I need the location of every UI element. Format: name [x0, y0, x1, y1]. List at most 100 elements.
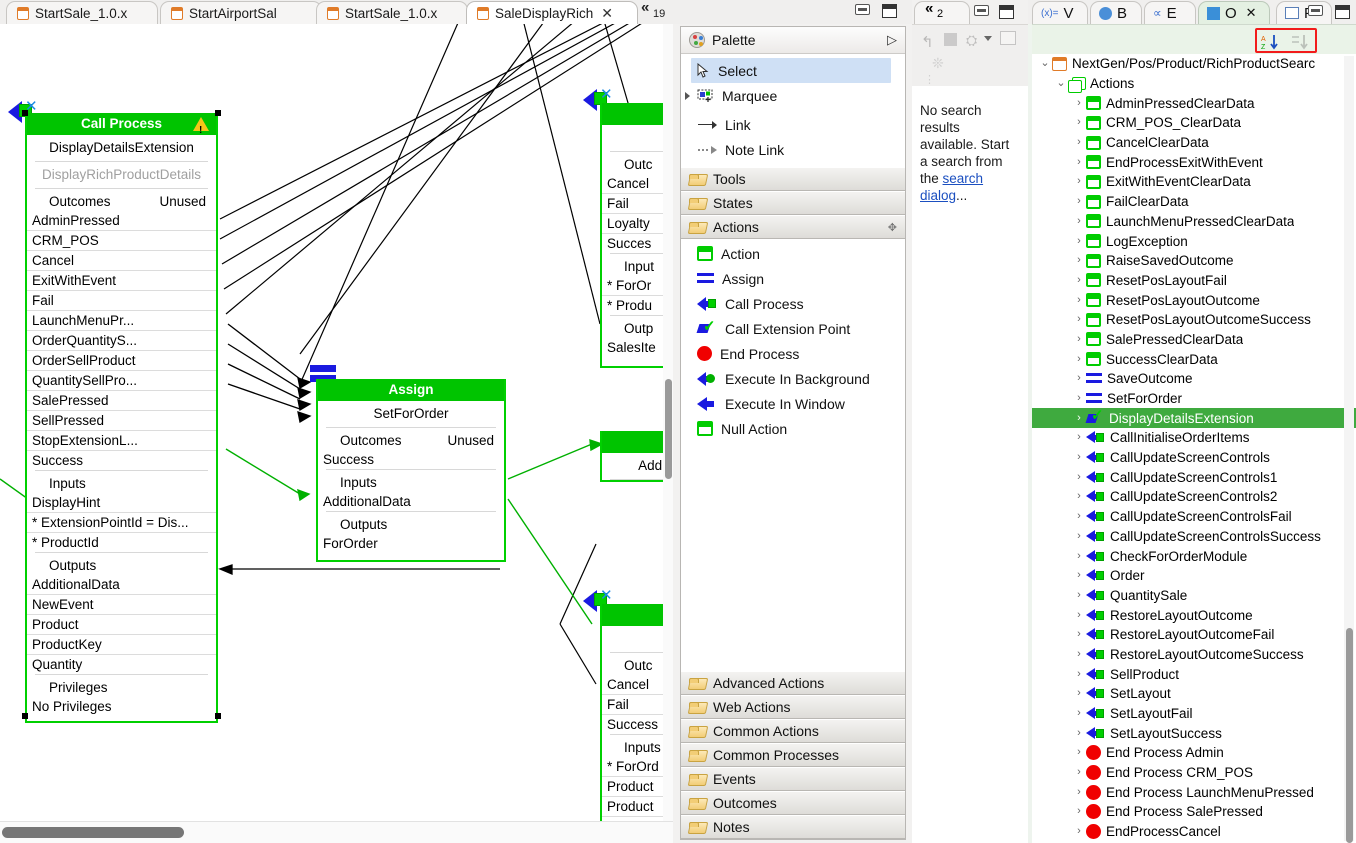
tree-node[interactable]: › ResetPosLayoutFail	[1032, 271, 1356, 291]
canvas-horizontal-scrollbar[interactable]	[0, 821, 673, 843]
tree-node-selected[interactable]: › ✓ DisplayDetailsExtension	[1032, 407, 1356, 429]
view-options-icon[interactable]: ⋮	[924, 73, 935, 86]
outline-vertical-scrollbar[interactable]	[1344, 56, 1354, 843]
outcome-row[interactable]: OrderSellProduct	[27, 351, 216, 371]
tree-node[interactable]: › LogException	[1032, 231, 1356, 251]
palette-action-execute-in-background[interactable]: Execute In Background	[681, 366, 905, 391]
palette-drawer-outcomes[interactable]: Outcomes	[681, 791, 905, 815]
palette-action-call-extension-point[interactable]: ✓ Call Extension Point	[681, 316, 905, 341]
editor-tab-0[interactable]: StartSale_1.0.x	[6, 1, 158, 24]
twisty-icon[interactable]: ›	[1072, 255, 1086, 266]
tree-node[interactable]: › RestoreLayoutOutcome	[1032, 605, 1356, 625]
tree-node[interactable]: › CancelClearData	[1032, 133, 1356, 153]
scrollbar-thumb[interactable]	[1346, 628, 1353, 843]
twisty-icon[interactable]: ›	[1072, 117, 1086, 128]
twisty-icon[interactable]: ›	[1072, 274, 1086, 286]
outcome-row[interactable]: CRM_POS	[27, 231, 216, 251]
maximize-icon[interactable]	[999, 5, 1014, 19]
minimize-icon[interactable]	[855, 4, 870, 15]
twisty-icon[interactable]: ›	[1072, 373, 1086, 384]
tree-node[interactable]: › LaunchMenuPressedClearData	[1032, 212, 1356, 232]
node-assign[interactable]: Assign SetForOrder Outcomes Unused Succe…	[316, 379, 506, 562]
tree-node[interactable]: › SetForOrder	[1032, 389, 1356, 409]
twisty-icon[interactable]: ›	[1072, 589, 1086, 601]
twisty-icon[interactable]: ›	[1072, 550, 1086, 562]
input-row[interactable]: * ExtensionPointId = Dis...	[27, 513, 216, 533]
stop-search-icon[interactable]	[944, 33, 957, 46]
tree-node[interactable]: › EndProcessCancel	[1032, 822, 1356, 842]
outcome-row[interactable]: OrderQuantityS...	[27, 331, 216, 351]
outcome-row[interactable]: StopExtensionL...	[27, 431, 216, 451]
tree-node[interactable]: › ResetPosLayoutOutcome	[1032, 290, 1356, 310]
palette-drawer-web-actions[interactable]: Web Actions	[681, 695, 905, 719]
sort-alt-button[interactable]	[1290, 34, 1312, 50]
tab-variables[interactable]: (x)= V	[1032, 1, 1088, 24]
palette-drawer-advanced-actions[interactable]: Advanced Actions	[681, 671, 905, 695]
twisty-icon[interactable]: ›	[1072, 747, 1086, 758]
search-tab-overflow[interactable]: » 2	[914, 1, 970, 24]
twisty-icon[interactable]: ›	[1072, 570, 1086, 581]
twisty-icon[interactable]: ›	[1072, 432, 1086, 443]
tree-node[interactable]: › EndProcessExitWithEvent	[1032, 152, 1356, 172]
palette-action-action[interactable]: Action	[681, 241, 905, 266]
expand-arrow-icon[interactable]	[685, 92, 690, 100]
palette-drawer-common-actions[interactable]: Common Actions	[681, 719, 905, 743]
outcome-row[interactable]: Success	[27, 451, 216, 470]
output-row[interactable]: ProductKey	[27, 635, 216, 655]
pin-search-icon[interactable]	[1000, 31, 1016, 45]
tree-node[interactable]: › SetLayoutSuccess	[1032, 723, 1356, 743]
outcome-row[interactable]: QuantitySellPro...	[27, 371, 216, 391]
previous-match-icon[interactable]: ↰	[921, 33, 934, 51]
tree-node-root[interactable]: ⌄ NextGen/Pos/Product/RichProductSearc	[1032, 54, 1356, 74]
tree-node[interactable]: › End Process SalePressed	[1032, 802, 1356, 822]
twisty-icon[interactable]: ›	[1072, 826, 1086, 837]
palette-drawer-notes[interactable]: Notes	[681, 815, 905, 839]
palette-tool-marquee[interactable]: Marquee	[681, 83, 905, 108]
twisty-icon[interactable]: ›	[1072, 156, 1086, 168]
resize-handle-bl[interactable]	[22, 713, 28, 719]
maximize-icon[interactable]	[1335, 5, 1350, 19]
view-menu-icon[interactable]: ❊	[932, 55, 944, 72]
output-row[interactable]: AdditionalData	[27, 575, 216, 595]
twisty-icon[interactable]: ›	[1072, 412, 1086, 424]
tree-node[interactable]: › End Process CRM_POS	[1032, 763, 1356, 783]
tree-node[interactable]: › SuccessClearData	[1032, 349, 1356, 369]
twisty-icon[interactable]: ›	[1072, 294, 1086, 306]
tree-node[interactable]: › SellProduct	[1032, 664, 1356, 684]
tree-node[interactable]: › CallUpdateScreenControls1	[1032, 467, 1356, 487]
output-row[interactable]: Product	[27, 615, 216, 635]
twisty-icon[interactable]: ›	[1072, 176, 1086, 187]
twisty-icon[interactable]: ›	[1072, 452, 1086, 463]
twisty-icon[interactable]: ›	[1072, 215, 1086, 227]
tree-node[interactable]: › SetLayout	[1032, 684, 1356, 704]
outcome-row[interactable]: Cancel	[27, 251, 216, 271]
tree-node[interactable]: › SaveOutcome	[1032, 369, 1356, 389]
tree-node[interactable]: › SetLayoutFail	[1032, 704, 1356, 724]
scrollbar-thumb[interactable]	[665, 379, 672, 479]
palette-tool-select[interactable]: Select	[691, 58, 891, 83]
tree-node[interactable]: › ResetPosLayoutOutcomeSuccess	[1032, 310, 1356, 330]
tree-node[interactable]: › RaiseSavedOutcome	[1032, 251, 1356, 271]
output-row[interactable]: ForOrder	[318, 534, 504, 560]
resize-handle-br[interactable]	[215, 713, 221, 719]
tree-node-actions-folder[interactable]: ⌄ Actions	[1032, 74, 1356, 94]
twisty-icon[interactable]: ›	[1072, 97, 1086, 109]
palette-action-call-process[interactable]: Call Process	[681, 291, 905, 316]
twisty-icon[interactable]: ›	[1072, 235, 1086, 247]
tree-node[interactable]: › CallInitialiseOrderItems	[1032, 428, 1356, 448]
tree-node[interactable]: › QuantitySale	[1032, 586, 1356, 606]
editor-tab-3[interactable]: SaleDisplayRich ✕	[466, 1, 638, 24]
tab-expressions[interactable]: ∝ E	[1144, 1, 1196, 24]
twisty-icon[interactable]: ›	[1072, 393, 1086, 404]
twisty-icon[interactable]: ›	[1072, 786, 1086, 798]
tree-node[interactable]: › CheckForOrderModule	[1032, 546, 1356, 566]
twisty-icon[interactable]: ›	[1072, 668, 1086, 680]
sort-az-button[interactable]: A Z	[1261, 34, 1283, 51]
twisty-icon[interactable]: ›	[1072, 727, 1086, 739]
dropdown-arrow-icon[interactable]	[984, 36, 992, 41]
twisty-icon[interactable]: ›	[1072, 648, 1086, 660]
twisty-icon[interactable]: ›	[1072, 333, 1086, 345]
tree-node[interactable]: › AdminPressedClearData	[1032, 93, 1356, 113]
resize-handle-tr[interactable]	[215, 110, 221, 116]
close-icon[interactable]: ✕	[601, 6, 613, 20]
